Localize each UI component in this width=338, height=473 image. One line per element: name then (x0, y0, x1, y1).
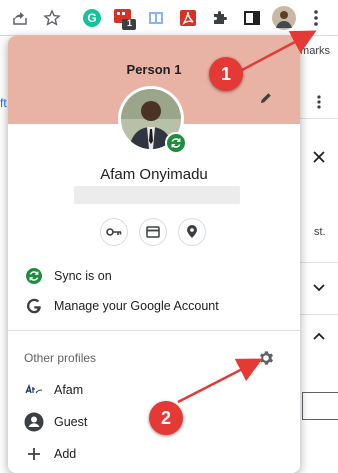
annotation-marker-2: 2 (149, 401, 183, 435)
sync-status-row[interactable]: Sync is on (8, 262, 300, 290)
adobe-acrobat-icon[interactable] (176, 6, 200, 30)
profile-avatar-icon[interactable] (272, 6, 296, 30)
profile-row-add[interactable]: Add (8, 440, 300, 468)
profile-user-name: Afam Onyimadu (100, 166, 208, 183)
payment-card-icon[interactable] (139, 218, 167, 246)
background-chevron-up-icon[interactable] (300, 324, 338, 348)
sync-status-badge (165, 132, 187, 154)
afam-profile-icon (24, 380, 44, 400)
svg-text:G: G (87, 11, 96, 25)
sync-icon (24, 266, 44, 286)
profile-label-add: Add (54, 447, 77, 461)
manage-google-account-label: Manage your Google Account (54, 299, 219, 313)
background-input-box[interactable] (302, 392, 338, 420)
google-g-icon (24, 296, 44, 316)
sync-status-label: Sync is on (54, 269, 112, 283)
background-divider (300, 262, 338, 263)
profile-row-afam[interactable]: Afam (8, 376, 300, 404)
edit-pencil-icon[interactable] (256, 88, 276, 108)
background-divider (300, 314, 338, 315)
manage-google-account-row[interactable]: Manage your Google Account (8, 292, 300, 320)
background-chevron-down-icon[interactable] (300, 276, 338, 300)
background-divider (300, 118, 338, 119)
menu-divider (8, 330, 300, 331)
extension-badge-icon[interactable]: 1 (112, 6, 136, 30)
extension-badge-count: 1 (127, 18, 133, 28)
side-panel-icon[interactable] (240, 6, 264, 30)
share-icon[interactable] (8, 6, 32, 30)
guest-person-icon (24, 412, 44, 432)
profile-title: Person 1 (126, 62, 182, 77)
passwords-key-icon[interactable] (100, 218, 128, 246)
other-profiles-heading: Other profiles (24, 351, 97, 365)
background-more-icon[interactable] (300, 90, 338, 114)
addresses-location-icon[interactable] (178, 218, 206, 246)
browser-toolbar: G 1 (0, 0, 338, 36)
bookmark-star-icon[interactable] (40, 6, 64, 30)
background-link-fragment[interactable]: ft (0, 96, 7, 110)
profile-label-afam: Afam (54, 383, 84, 397)
grammarly-extension-icon[interactable]: G (80, 6, 104, 30)
reading-list-icon[interactable] (144, 6, 168, 30)
add-plus-icon (24, 444, 44, 464)
profile-email-redacted (74, 186, 240, 204)
bookmarks-label[interactable]: marks (300, 45, 330, 57)
annotation-marker-1: 1 (209, 57, 243, 91)
chrome-menu-icon[interactable] (304, 6, 328, 30)
extensions-puzzle-icon[interactable] (208, 6, 232, 30)
gear-icon[interactable] (256, 348, 276, 368)
background-text-fragment: st. (314, 226, 326, 238)
profile-label-guest: Guest (54, 415, 88, 429)
background-close-icon[interactable] (300, 145, 338, 169)
